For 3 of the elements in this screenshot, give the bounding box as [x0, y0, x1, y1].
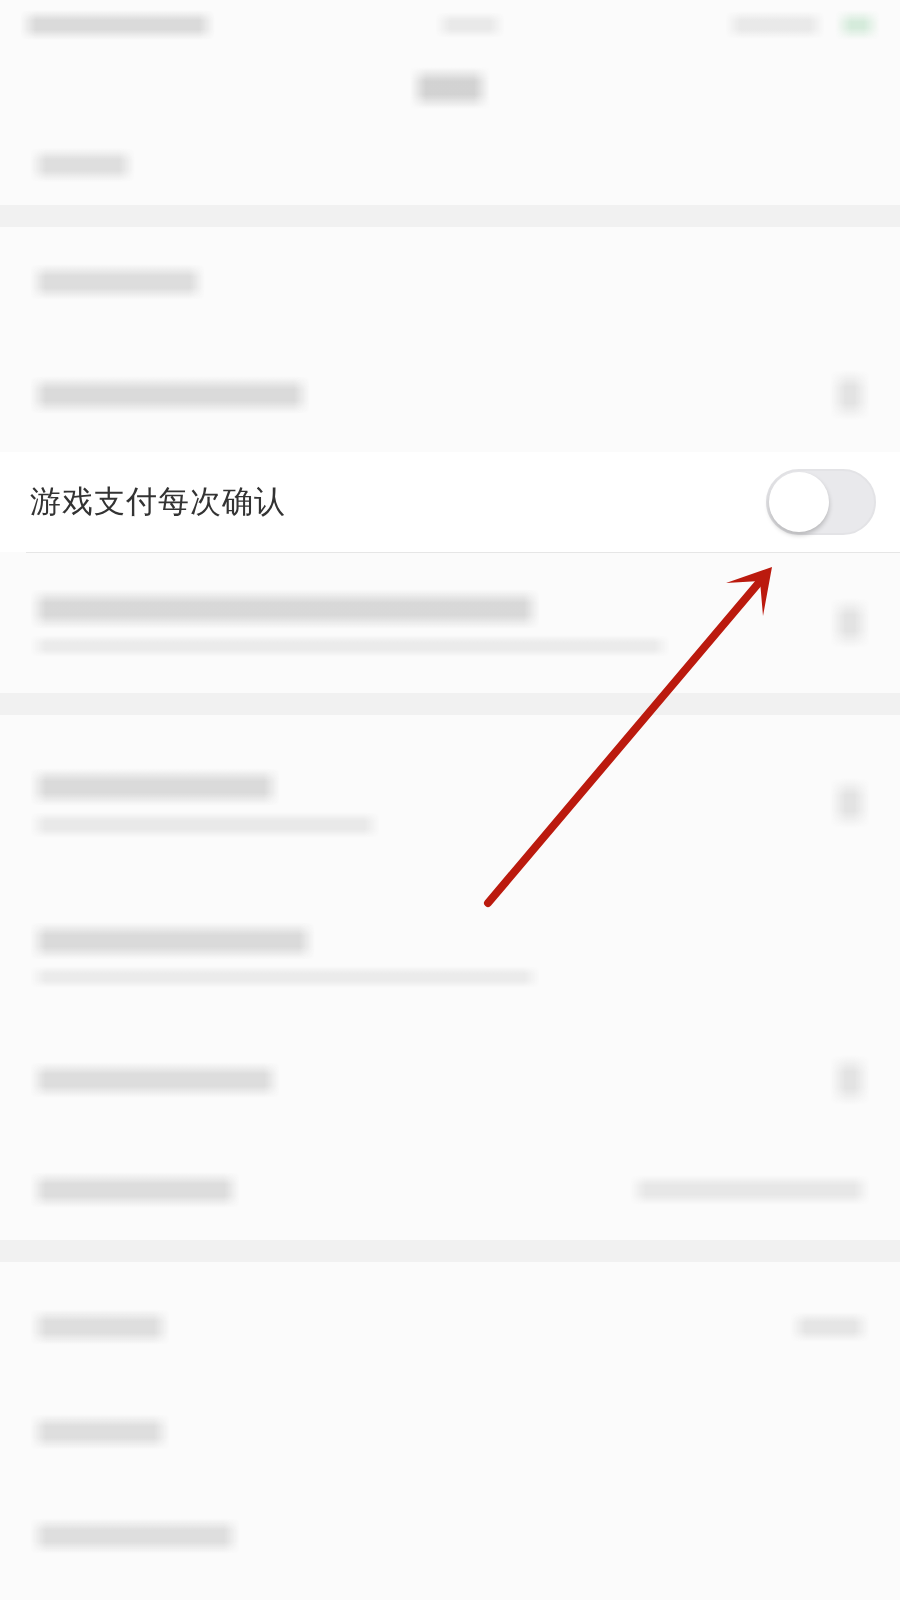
blurred-status-icon	[835, 10, 880, 40]
setting-label: 游戏支付每次确认	[30, 482, 286, 521]
toggle-switch[interactable]	[766, 469, 876, 535]
